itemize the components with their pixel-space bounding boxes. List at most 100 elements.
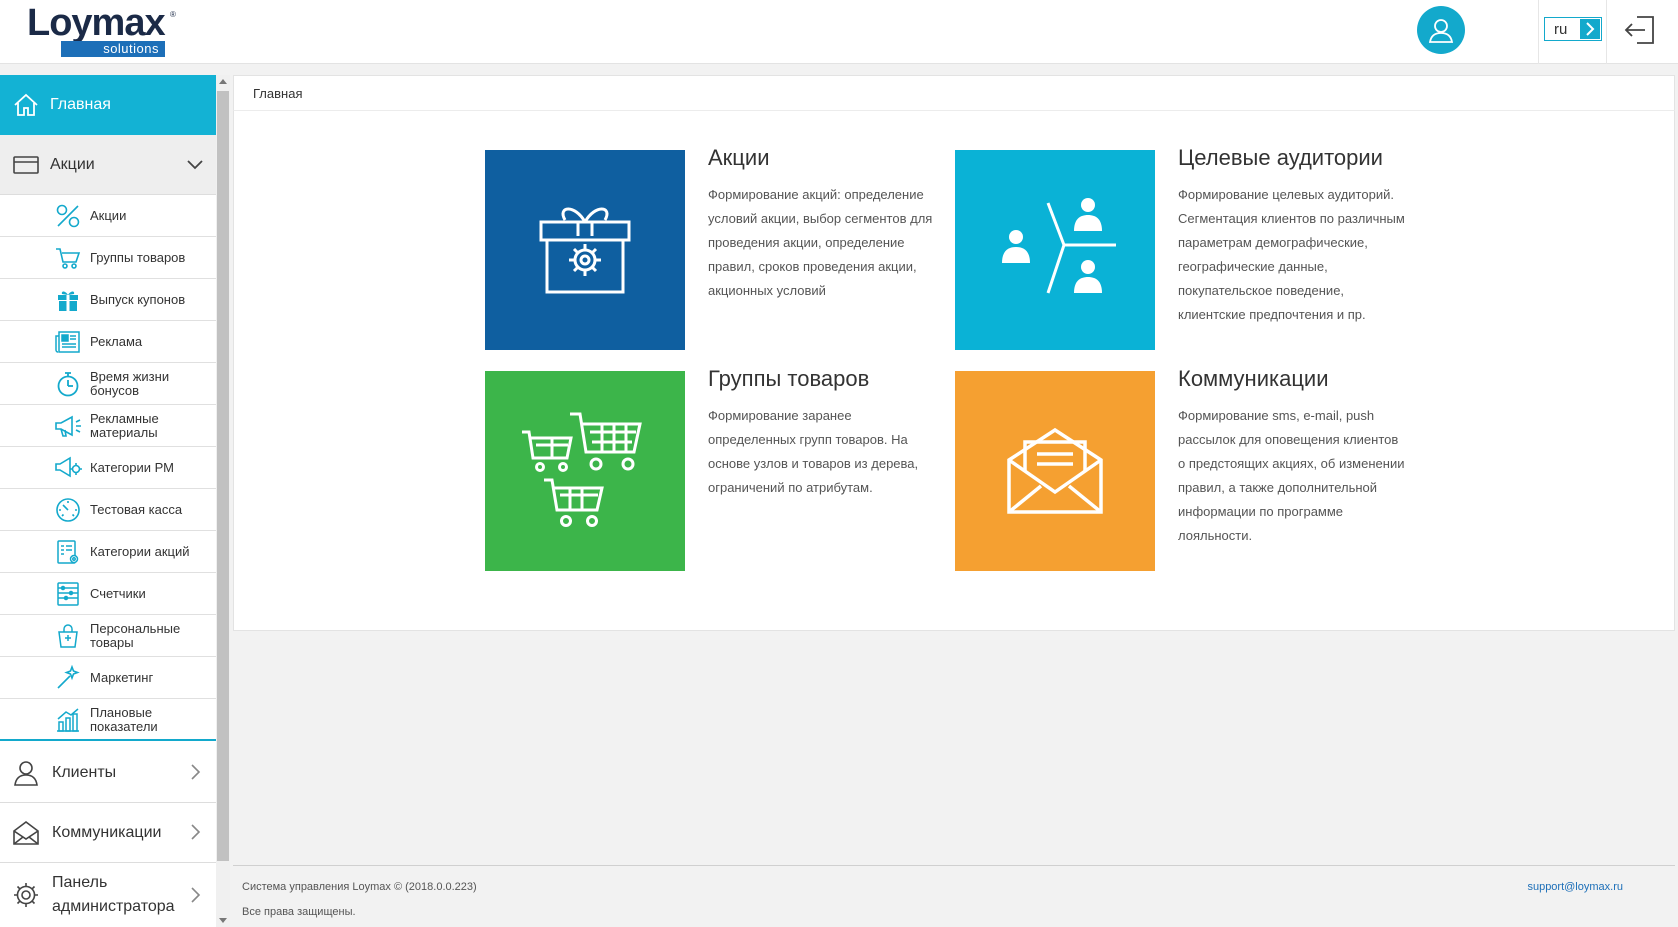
- credit-card-icon: [0, 155, 50, 175]
- card-title-product-groups[interactable]: Группы товаров: [708, 366, 869, 392]
- submenu-item[interactable]: Персональные товары: [0, 615, 216, 657]
- gift-gear-icon: [539, 207, 631, 294]
- submenu-item[interactable]: Счетчики: [0, 573, 216, 615]
- submenu-label: Персональные товары: [90, 620, 181, 650]
- top-header: Loymax ® solutions ru: [0, 0, 1678, 64]
- sidebar-item-label: Главная: [50, 96, 111, 113]
- submenu-label: Реклама: [90, 333, 143, 349]
- loymax-logo[interactable]: Loymax ® solutions: [27, 2, 177, 57]
- logout-button[interactable]: [1620, 10, 1660, 50]
- submenu-item[interactable]: Реклама: [0, 321, 216, 363]
- submenu-item[interactable]: Рекламные материалы: [0, 405, 216, 447]
- logo-subtitle: solutions: [61, 41, 165, 57]
- language-select[interactable]: ru: [1544, 17, 1602, 41]
- card-title-target-audiences[interactable]: Целевые аудитории: [1178, 145, 1383, 171]
- card-description: Формирование заранее определенных групп …: [708, 408, 919, 495]
- scroll-thumb[interactable]: [217, 91, 229, 861]
- submenu-label: Выпуск купонов: [90, 291, 186, 307]
- sidebar-item-clients[interactable]: Клиенты: [0, 743, 216, 803]
- submenu-label: Плановые показатели: [90, 705, 158, 734]
- submenu-label: Акции: [90, 207, 127, 223]
- chevron-right-icon: [186, 886, 204, 909]
- sidebar-scrollbar[interactable]: [216, 75, 230, 927]
- footer-rights: Все права защищены.: [242, 906, 356, 918]
- submenu-item[interactable]: Плановые показатели: [0, 699, 216, 741]
- card-title-akcii[interactable]: Акции: [708, 145, 769, 171]
- submenu-item[interactable]: Время жизни бонусов: [0, 363, 216, 405]
- language-switcher-box: ru: [1538, 0, 1607, 64]
- envelope-open-icon: [0, 820, 52, 846]
- scroll-up-arrow-icon[interactable]: [219, 79, 227, 84]
- sidebar-item-label: Коммуникации: [52, 823, 162, 841]
- mail-envelope-icon: [1007, 427, 1103, 514]
- user-profile-button[interactable]: [1417, 6, 1465, 54]
- sidebar-item-label: Панель администратора: [52, 874, 175, 915]
- gift-icon: [54, 287, 82, 313]
- submenu-label: Счетчики: [90, 585, 146, 601]
- submenu-label: Маркетинг: [90, 669, 154, 685]
- tile-akcii[interactable]: [485, 150, 685, 350]
- sidebar-item-label: Клиенты: [52, 763, 117, 781]
- submenu-label: Категории РМ: [90, 459, 174, 475]
- gear-icon: [0, 881, 52, 909]
- card-description: Формирование sms, e-mail, push рассылок …: [1178, 408, 1405, 543]
- submenu-label: Группы товаров: [90, 249, 186, 265]
- newspaper-icon: [54, 329, 82, 355]
- percent-icon: [54, 203, 82, 229]
- user-icon: [1428, 19, 1454, 43]
- chevron-right-icon: [186, 823, 204, 846]
- submenu-item[interactable]: Акции: [0, 195, 216, 237]
- card-title-communications[interactable]: Коммуникации: [1178, 366, 1329, 392]
- footer: Система управления Loymax © (2018.0.0.22…: [233, 865, 1675, 927]
- submenu-item[interactable]: Тестовая касса: [0, 489, 216, 531]
- language-value: ru: [1554, 20, 1568, 38]
- tile-communications[interactable]: [955, 371, 1155, 571]
- sidebar-item-home[interactable]: Главная: [0, 75, 216, 135]
- sidebar-item-admin[interactable]: Панель администратора: [0, 863, 216, 927]
- dashboard-content: Акции Формирование акций: определение ус…: [233, 111, 1675, 631]
- submenu-item[interactable]: Категории РМ: [0, 447, 216, 489]
- submenu-item[interactable]: Категории акций: [0, 531, 216, 573]
- logo-trademark: ®: [170, 10, 176, 19]
- submenu-label: Время жизни бонусов: [90, 368, 170, 398]
- megaphone-gear-icon: [54, 455, 82, 481]
- shopping-carts-icon: [522, 412, 642, 527]
- submenu-item[interactable]: Группы товаров: [0, 237, 216, 279]
- breadcrumb-item[interactable]: Главная: [253, 86, 302, 101]
- cart-icon: [54, 245, 82, 271]
- sidebar-item-communications[interactable]: Коммуникации: [0, 803, 216, 863]
- home-icon: [0, 93, 50, 117]
- scroll-down-arrow-icon[interactable]: [219, 918, 227, 923]
- abacus-icon: [54, 581, 82, 607]
- card-description: Формирование целевых аудиторий. Сегмента…: [1178, 187, 1405, 322]
- submenu-label: Рекламные материалы: [90, 410, 159, 440]
- user-outline-icon: [0, 759, 52, 787]
- audience-segments-icon: [1002, 198, 1116, 294]
- chevron-right-icon: [1580, 19, 1600, 39]
- chevron-down-icon: [186, 155, 204, 178]
- footer-copyright: Система управления Loymax © (2018.0.0.22…: [242, 881, 477, 893]
- list-gear-icon: [54, 539, 82, 565]
- submenu-label: Категории акций: [90, 543, 190, 559]
- stopwatch-icon: [54, 371, 82, 397]
- submenu-label: Тестовая касса: [90, 501, 183, 517]
- submenu-item[interactable]: Маркетинг: [0, 657, 216, 699]
- logout-icon: [1624, 16, 1654, 44]
- gauge-icon: [54, 497, 82, 523]
- logo-wordmark: Loymax: [27, 2, 166, 44]
- bag-icon: [54, 623, 82, 649]
- sidebar-item-label: Акции: [50, 155, 95, 173]
- breadcrumb: Главная: [233, 75, 1675, 111]
- chevron-right-icon: [186, 763, 204, 786]
- sidebar-item-akcii[interactable]: Акции: [0, 135, 216, 195]
- support-email-link[interactable]: support@loymax.ru: [1527, 881, 1623, 893]
- akcii-submenu: Акции Группы товаров Выпуск купонов Рекл…: [0, 195, 216, 741]
- card-description: Формирование акций: определение условий …: [708, 187, 933, 298]
- bar-chart-icon: [54, 707, 82, 733]
- tile-target-audiences[interactable]: [955, 150, 1155, 350]
- tile-product-groups[interactable]: [485, 371, 685, 571]
- wand-icon: [54, 665, 82, 691]
- megaphone-icon: [54, 413, 82, 439]
- sidebar: Главная Акции Акции Группы товаров Выпус…: [0, 75, 216, 927]
- submenu-item[interactable]: Выпуск купонов: [0, 279, 216, 321]
